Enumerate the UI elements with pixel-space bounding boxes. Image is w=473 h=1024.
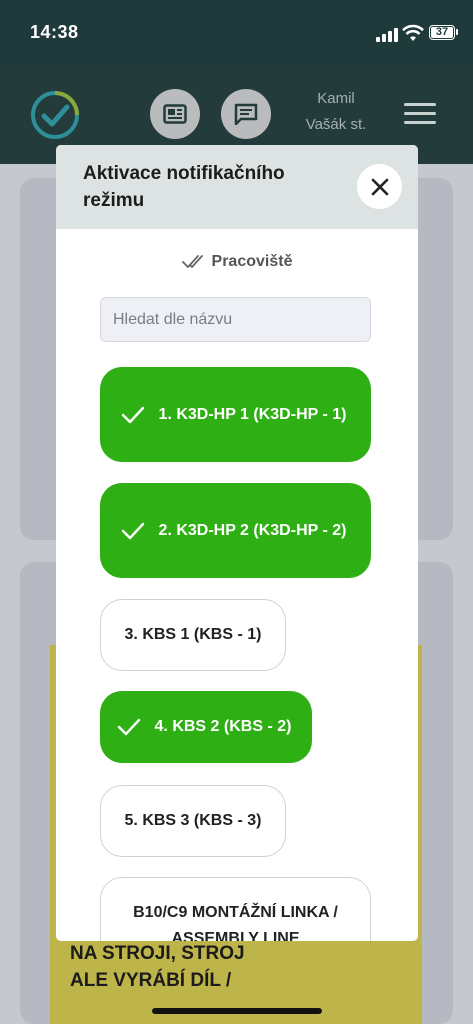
check-icon <box>121 522 144 539</box>
check-icon <box>117 718 140 736</box>
news-button[interactable] <box>150 89 200 139</box>
notification-mode-modal: Aktivace notifikačního režimu Pracoviště… <box>56 145 418 941</box>
battery-icon: 37 <box>429 25 455 40</box>
modal-title: Aktivace notifikačního režimu <box>83 163 285 211</box>
workstation-label: 5. KBS 3 (KBS - 3) <box>124 812 262 829</box>
workstation-item[interactable]: 4. KBS 2 (KBS - 2) <box>100 691 312 763</box>
home-indicator[interactable] <box>152 1008 322 1014</box>
workstation-item[interactable]: 5. KBS 3 (KBS - 3) <box>100 785 286 857</box>
status-bar: 14:38 37 <box>0 0 473 64</box>
close-button[interactable] <box>357 164 402 209</box>
workstation-label: 3. KBS 1 (KBS - 1) <box>124 626 262 643</box>
workstation-item[interactable]: 1. K3D-HP 1 (K3D-HP - 1) <box>100 367 371 462</box>
workstation-item[interactable]: B10/C9 MONTÁŽNÍ LINKA / ASSEMBLY LINE <box>100 877 371 941</box>
workstation-item[interactable]: 3. KBS 1 (KBS - 1) <box>100 599 286 671</box>
newspaper-icon <box>163 104 187 124</box>
workstation-label: B10/C9 MONTÁŽNÍ LINKA / ASSEMBLY LINE <box>133 904 338 941</box>
user-last-name: Vašák st. <box>305 116 367 133</box>
modal-header: Aktivace notifikačního režimu <box>56 145 418 229</box>
wifi-icon <box>402 24 424 41</box>
user-name[interactable]: Kamil Vašák st. <box>296 86 376 138</box>
status-time: 14:38 <box>30 22 79 42</box>
section-label: Pracoviště <box>56 253 418 271</box>
chat-icon <box>234 103 258 125</box>
chat-button[interactable] <box>221 89 271 139</box>
hamburger-icon[interactable] <box>404 103 436 125</box>
workstation-label: 4. KBS 2 (KBS - 2) <box>154 718 292 735</box>
check-icon <box>121 406 144 423</box>
battery-level: 37 <box>435 26 449 38</box>
check-circle-logo[interactable] <box>30 90 80 140</box>
user-first-name: Kamil <box>317 90 355 107</box>
search-input[interactable] <box>100 297 371 342</box>
section-label-text: Pracoviště <box>211 253 293 270</box>
double-check-icon <box>181 255 203 268</box>
background-card-text: NA STROJI, STROJ ALE VYRÁBÍ DÍL / <box>70 943 245 991</box>
workstation-label: 1. K3D-HP 1 (K3D-HP - 1) <box>158 405 347 423</box>
close-icon <box>371 178 388 195</box>
signal-icon <box>376 28 398 42</box>
workstation-item[interactable]: 2. K3D-HP 2 (K3D-HP - 2) <box>100 483 371 578</box>
workstation-label: 2. K3D-HP 2 (K3D-HP - 2) <box>158 521 347 539</box>
